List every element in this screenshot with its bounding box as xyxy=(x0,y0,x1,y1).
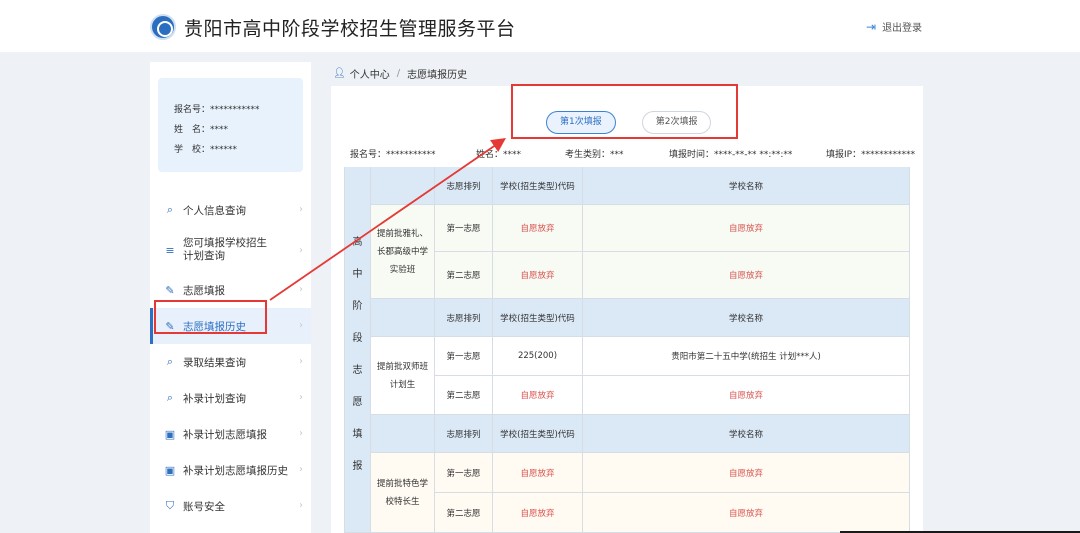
chevron-right-icon: › xyxy=(299,392,303,403)
chevron-right-icon: › xyxy=(299,356,303,367)
info-name: 姓名：**** xyxy=(476,150,522,160)
logout-button[interactable]: ⇥ 退出登录 xyxy=(866,19,923,35)
table-cell-order: 第二志愿 xyxy=(435,376,493,415)
table-cell-school: 自愿放弃 xyxy=(583,252,910,299)
side-label-char: 愿 xyxy=(352,397,363,408)
table-group-name: 提前批双师班计划生 xyxy=(371,337,435,415)
table-cell-order: 第一志愿 xyxy=(435,205,493,252)
table-header-code: 学校(招生类型)代码 xyxy=(493,299,583,337)
form-icon: ▣ xyxy=(164,427,176,441)
table-header-group xyxy=(371,167,435,205)
table-group-name: 提前批雅礼、长郡高级中学实验班 xyxy=(371,205,435,299)
table-cell-order: 第二志愿 xyxy=(435,252,493,299)
chevron-right-icon: › xyxy=(299,464,303,475)
table-cell-code: 225(200) xyxy=(493,337,583,376)
chevron-right-icon: › xyxy=(299,320,303,331)
site-title: 贵阳市高中阶段学校招生管理服务平台 xyxy=(184,18,516,40)
table-cell-code: 自愿放弃 xyxy=(493,493,583,533)
sidebar-item-admission-result[interactable]: ⌕ 录取结果查询 › xyxy=(150,344,311,380)
top-bar: 贵阳市高中阶段学校招生管理服务平台 ⇥ 退出登录 xyxy=(0,0,1080,52)
side-label-char: 填 xyxy=(352,429,363,440)
table-header-group xyxy=(371,415,435,453)
edit-icon: ✎ xyxy=(165,283,175,297)
table-header-order: 志愿排列 xyxy=(435,167,493,205)
side-label-char: 高 xyxy=(352,237,363,248)
table-cell-school: 贵阳市第二十五中学(统招生 计划***人) xyxy=(583,337,910,376)
info-regno: 报名号：*********** xyxy=(350,150,436,160)
sidebar-item-label: 补录计划查询 xyxy=(183,392,246,405)
chevron-right-icon: › xyxy=(299,245,303,256)
sidebar-item-label: 志愿填报 xyxy=(183,284,225,297)
table-header-group xyxy=(371,299,435,337)
side-label-char: 报 xyxy=(352,461,363,472)
table-cell-code: 自愿放弃 xyxy=(493,205,583,252)
logout-label: 退出登录 xyxy=(882,23,923,34)
sidebar-item-label: 您可填报学校招生计划查询 xyxy=(183,237,267,262)
profile-regno: 报名号：*********** xyxy=(174,105,260,115)
chevron-right-icon: › xyxy=(299,284,303,295)
table-header-school: 学校名称 xyxy=(583,299,910,337)
chevron-right-icon: › xyxy=(299,204,303,215)
list-search-icon: ≡ xyxy=(165,243,175,257)
table-header-school: 学校名称 xyxy=(583,167,910,205)
profile-school: 学 校：****** xyxy=(174,145,238,155)
table-cell-order: 第一志愿 xyxy=(435,337,493,376)
table-header-order: 志愿排列 xyxy=(435,415,493,453)
shield-icon: ⛉ xyxy=(165,499,175,512)
side-label-char: 志 xyxy=(352,365,363,376)
form-history-icon: ▣ xyxy=(164,463,176,477)
user-icon: 👤︎ xyxy=(333,68,346,79)
highlight-box-tabs xyxy=(511,84,738,139)
sidebar-item-supplement-plan[interactable]: ⌕ 补录计划查询 › xyxy=(150,380,311,416)
table-cell-code: 自愿放弃 xyxy=(493,252,583,299)
info-category: 考生类别：*** xyxy=(565,150,624,160)
sidebar-item-plan-query[interactable]: ≡ 您可填报学校招生计划查询 › xyxy=(150,228,311,272)
highlight-box-menu xyxy=(154,300,267,334)
chevron-right-icon: › xyxy=(299,500,303,511)
sidebar-item-label: 个人信息查询 xyxy=(183,204,246,217)
search-icon: ⌕ xyxy=(166,391,174,404)
side-label-column: 高 中 阶 段 志 愿 填 报 xyxy=(344,167,371,533)
table-cell-school: 自愿放弃 xyxy=(583,376,910,415)
table-header-order: 志愿排列 xyxy=(435,299,493,337)
table-group-name: 提前批特色学校特长生 xyxy=(371,453,435,533)
table-header-code: 学校(招生类型)代码 xyxy=(493,167,583,205)
sidebar-item-account-security[interactable]: ⛉ 账号安全 › xyxy=(150,488,311,524)
breadcrumb: 👤︎ 个人中心 / 志愿填报历史 xyxy=(333,66,467,81)
table-cell-order: 第一志愿 xyxy=(435,453,493,493)
side-label-char: 阶 xyxy=(352,301,363,312)
sidebar-item-label: 录取结果查询 xyxy=(183,356,246,369)
sidebar-item-label: 账号安全 xyxy=(183,500,225,513)
breadcrumb-current: 志愿填报历史 xyxy=(407,70,468,81)
table-header-code: 学校(招生类型)代码 xyxy=(493,415,583,453)
sidebar-item-personal-info[interactable]: ⌕ 个人信息查询 › xyxy=(150,192,311,228)
logout-icon: ⇥ xyxy=(866,19,877,34)
search-icon: ⌕ xyxy=(166,355,174,368)
sidebar-menu: ⌕ 个人信息查询 › ≡ 您可填报学校招生计划查询 › ✎ 志愿填报 › ✎ 志… xyxy=(150,192,311,524)
sidebar-item-label: 补录计划志愿填报历史 xyxy=(183,464,288,477)
logo-icon xyxy=(150,14,176,40)
profile-card: 报名号：*********** 姓 名：**** 学 校：****** xyxy=(158,78,303,172)
sidebar-item-label: 补录计划志愿填报 xyxy=(183,428,267,441)
info-ip: 填报IP：************ xyxy=(826,150,916,160)
sidebar-item-supplement-history[interactable]: ▣ 补录计划志愿填报历史 › xyxy=(150,452,311,488)
table-cell-code: 自愿放弃 xyxy=(493,453,583,493)
chevron-right-icon: › xyxy=(299,428,303,439)
table-cell-order: 第二志愿 xyxy=(435,493,493,533)
sidebar: 报名号：*********** 姓 名：**** 学 校：****** ⌕ 个人… xyxy=(150,62,311,533)
table-header-school: 学校名称 xyxy=(583,415,910,453)
breadcrumb-separator: / xyxy=(396,68,401,79)
side-label-char: 段 xyxy=(352,333,363,344)
breadcrumb-home[interactable]: 个人中心 xyxy=(350,66,390,81)
search-user-icon: ⌕ xyxy=(166,203,174,216)
table-cell-code: 自愿放弃 xyxy=(493,376,583,415)
volunteer-table: 高 中 阶 段 志 愿 填 报 志愿排列 学校(招生类型)代码 学校名称 提前批… xyxy=(344,167,910,533)
side-label-char: 中 xyxy=(352,269,363,280)
profile-name: 姓 名：**** xyxy=(174,125,229,135)
sidebar-item-supplement-apply[interactable]: ▣ 补录计划志愿填报 › xyxy=(150,416,311,452)
info-time: 填报时间：****-**-** **:**:** xyxy=(669,150,793,160)
table-cell-school: 自愿放弃 xyxy=(583,453,910,493)
table-cell-school: 自愿放弃 xyxy=(583,493,910,533)
table-cell-school: 自愿放弃 xyxy=(583,205,910,252)
